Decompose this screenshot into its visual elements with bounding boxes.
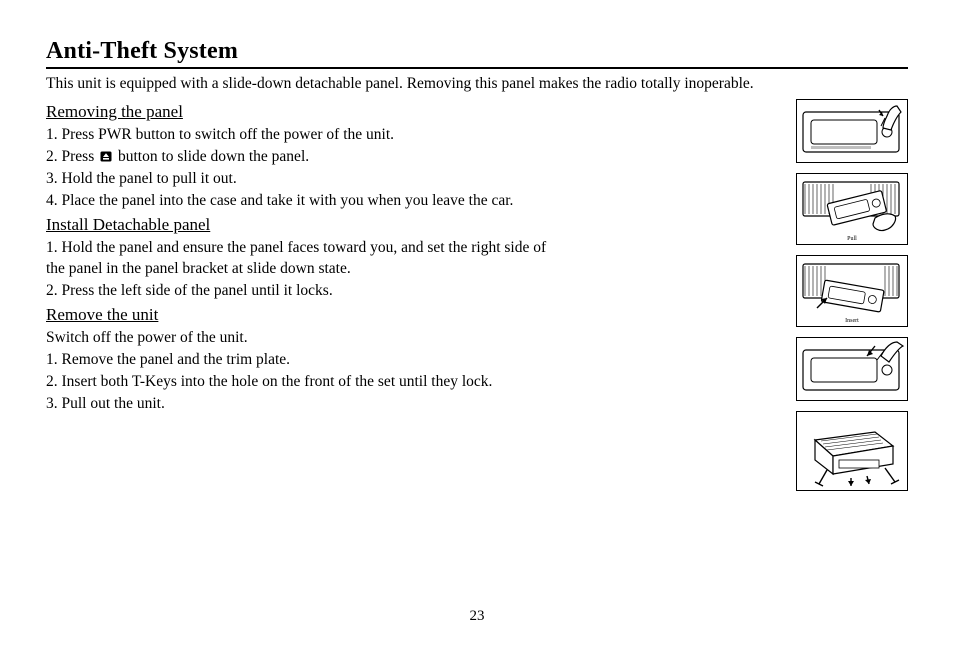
intro-text: This unit is equipped with a slide-down … — [46, 75, 908, 93]
page-number: 23 — [0, 608, 954, 625]
figure-pull-panel: Pull — [796, 173, 908, 245]
step-text: 3. Hold the panel to pull it out. — [46, 169, 748, 190]
figure-insert-panel: Insert — [796, 255, 908, 327]
heading-remove-unit: Remove the unit — [46, 304, 748, 327]
step-text: 2. Press button to slide down the panel. — [46, 147, 748, 168]
step-text: 1. Remove the panel and the trim plate. — [46, 350, 748, 371]
step-text-fragment: button to slide down the panel. — [118, 148, 309, 165]
step-text: 1. Hold the panel and ensure the panel f… — [46, 238, 748, 259]
heading-removing-panel: Removing the panel — [46, 101, 748, 124]
content-columns: Removing the panel 1. Press PWR button t… — [46, 99, 908, 501]
manual-page: Anti-Theft System This unit is equipped … — [0, 0, 954, 649]
step-text: 2. Press the left side of the panel unti… — [46, 281, 748, 302]
step-text: the panel in the panel bracket at slide … — [46, 259, 748, 280]
eject-icon — [100, 148, 112, 159]
step-text: 2. Insert both T-Keys into the hole on t… — [46, 372, 748, 393]
figure-column: Pull — [756, 99, 908, 501]
step-text: 4. Place the panel into the case and tak… — [46, 191, 748, 212]
step-text-fragment: 2. Press — [46, 148, 98, 165]
heading-install-panel: Install Detachable panel — [46, 214, 748, 237]
step-text: 3. Pull out the unit. — [46, 394, 748, 415]
figure-caption: Insert — [845, 318, 859, 324]
figure-release-panel — [796, 99, 908, 163]
step-text: Switch off the power of the unit. — [46, 328, 748, 349]
step-text: 1. Press PWR button to switch off the po… — [46, 125, 748, 146]
text-column: Removing the panel 1. Press PWR button t… — [46, 99, 748, 416]
page-title: Anti-Theft System — [46, 38, 908, 69]
figure-caption: Pull — [847, 236, 857, 242]
figure-pull-unit — [796, 411, 908, 491]
figure-lock-panel — [796, 337, 908, 401]
